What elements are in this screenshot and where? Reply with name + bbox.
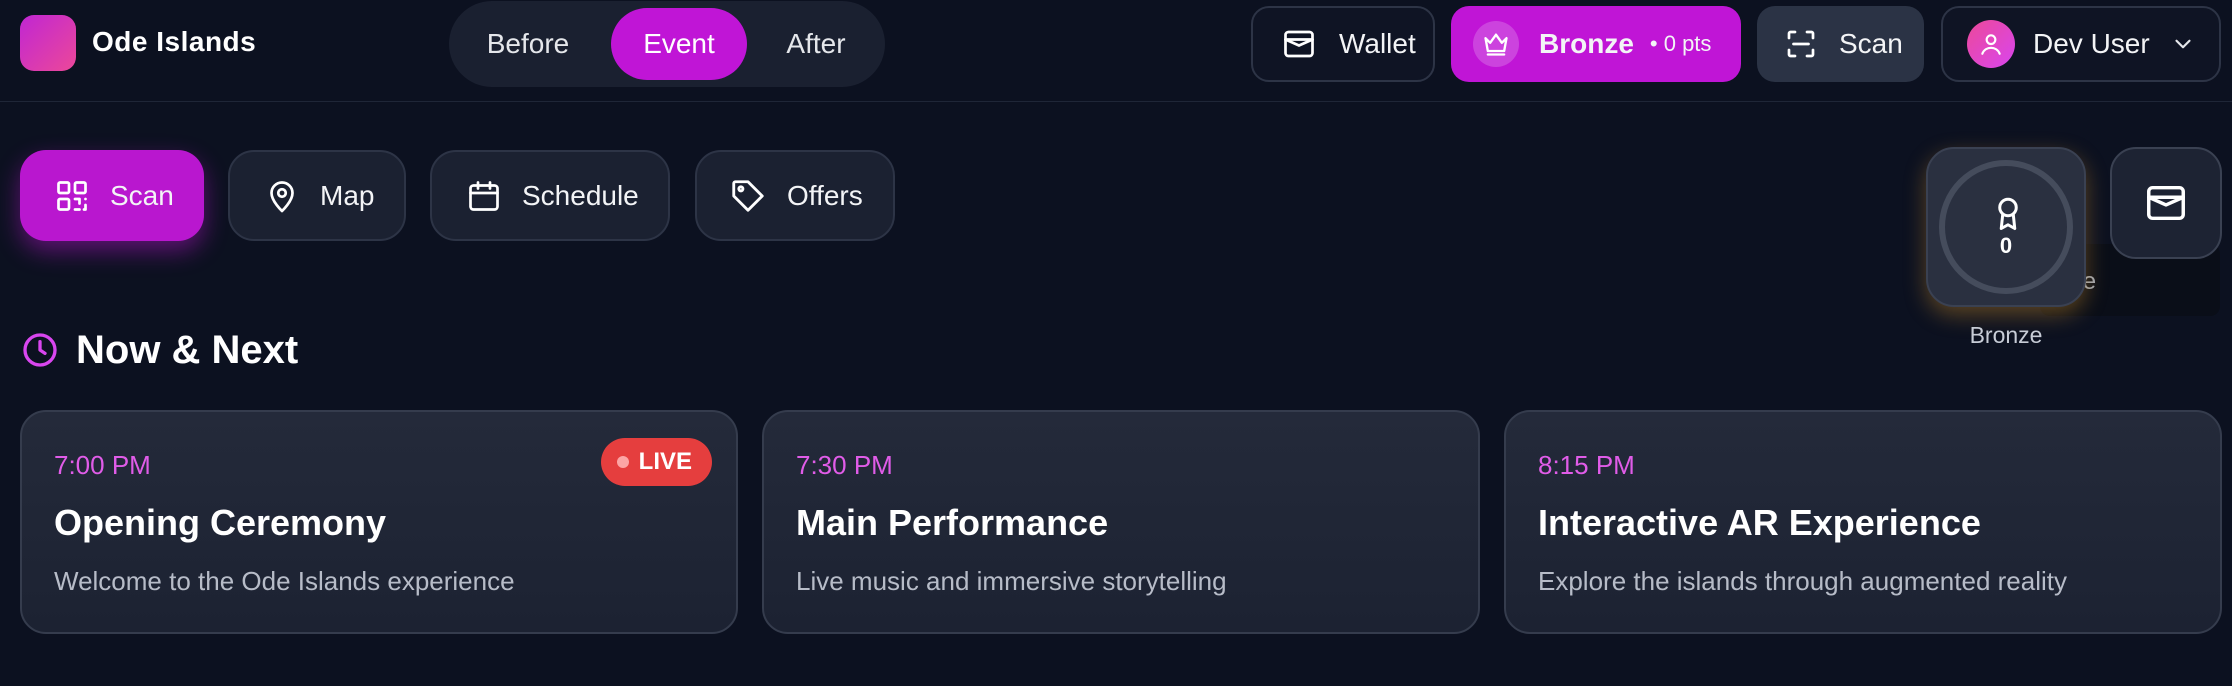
tag-icon [729,177,767,215]
badge-tier-label: Bronze [1969,322,2043,348]
app-logo[interactable] [20,15,76,71]
chevron-down-icon [2170,31,2196,57]
quick-action-label: Schedule [522,179,639,211]
quick-action-map[interactable]: Map [228,150,406,241]
wallet-icon [2143,180,2189,226]
wallet-widget-button[interactable] [2110,147,2222,259]
badge-progress-widget[interactable]: 0 [1926,147,2086,307]
event-time: 7:30 PM [796,450,893,480]
avatar [1967,20,2015,68]
user-name: Dev User [2033,28,2150,59]
phase-tab-event[interactable]: Event [611,8,747,80]
app-title: Ode Islands [92,26,257,57]
quick-action-schedule[interactable]: Schedule [430,150,670,241]
clock-icon [20,330,60,370]
event-card-interactive-ar[interactable]: 8:15 PM Interactive AR Experience Explor… [1504,410,2222,634]
quick-action-scan[interactable]: Scan [20,150,204,241]
event-card-opening-ceremony[interactable]: 7:00 PM LIVE Opening Ceremony Welcome to… [20,410,738,634]
wallet-icon [1281,26,1317,62]
event-time: 7:00 PM [54,450,151,480]
scan-icon [1783,26,1819,62]
event-title: Main Performance [796,502,1109,543]
live-dot-icon [616,456,629,468]
points-label: • 0 pts [1649,31,1712,56]
phase-switcher: Before Event After [449,1,885,87]
scan-button-header[interactable]: Scan [1757,6,1924,82]
crown-icon [1473,21,1519,67]
event-description: Live music and immersive storytelling [796,566,1227,596]
quick-action-label: Offers [787,179,863,211]
event-description: Explore the islands through augmented re… [1538,566,2067,596]
quick-action-offers[interactable]: Offers [695,150,895,241]
phase-tab-after[interactable]: After [757,8,875,80]
live-label: LIVE [638,448,692,475]
scan-label: Scan [1839,28,1903,59]
wallet-button[interactable]: Wallet [1251,6,1435,82]
user-menu-button[interactable]: Dev User [1941,6,2221,82]
event-title: Opening Ceremony [54,502,387,543]
phase-tab-before[interactable]: Before [463,8,593,80]
section-title: Now & Next [76,328,299,372]
tier-label: Bronze [1539,28,1634,59]
map-pin-icon [264,178,300,214]
tier-status-button[interactable]: Bronze • 0 pts [1451,6,1741,82]
award-icon [1990,195,2026,235]
calendar-icon [466,178,502,214]
quick-action-label: Scan [110,179,174,211]
wallet-label: Wallet [1339,28,1416,59]
event-description: Welcome to the Ode Islands experience [54,566,515,596]
badge-count: 0 [1999,233,2013,258]
event-time: 8:15 PM [1538,450,1635,480]
quick-action-label: Map [320,179,375,211]
qr-code-icon [54,178,90,214]
event-card-main-performance[interactable]: 7:30 PM Main Performance Live music and … [762,410,1480,634]
top-bar: Ode Islands Before Event After Wallet Br… [0,0,2232,102]
live-badge: LIVE [600,438,712,486]
event-title: Interactive AR Experience [1538,502,1981,543]
